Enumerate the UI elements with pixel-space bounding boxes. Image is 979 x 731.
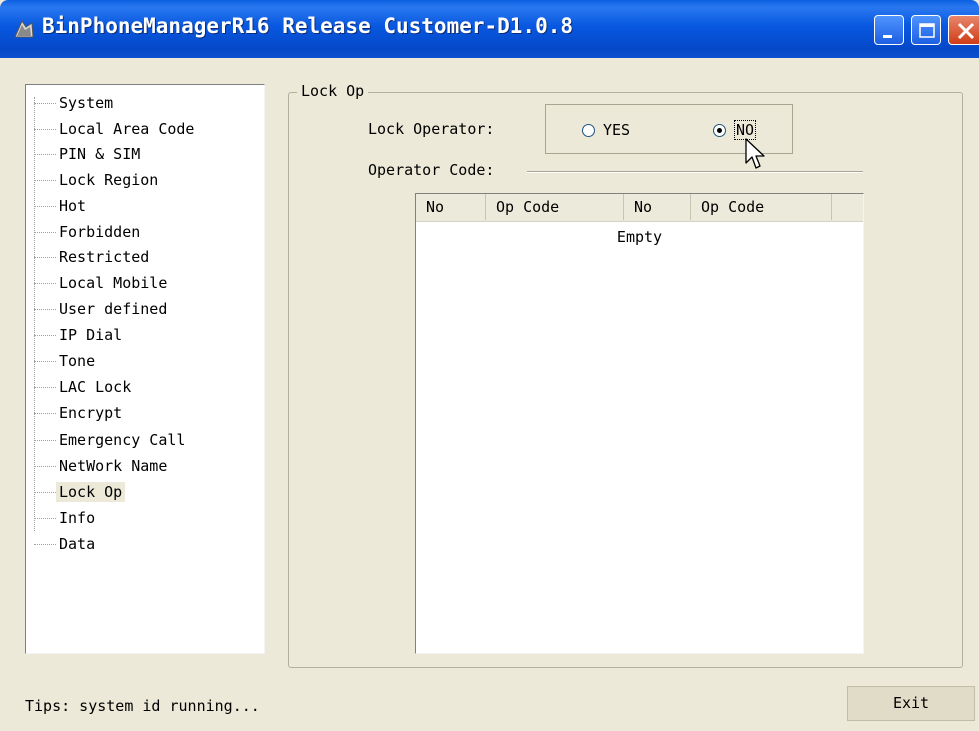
tree-item-lac-lock[interactable]: LAC Lock bbox=[34, 375, 134, 399]
tree-item-tone[interactable]: Tone bbox=[34, 349, 98, 373]
radio-no[interactable]: NO bbox=[713, 120, 757, 140]
maximize-button[interactable] bbox=[911, 15, 941, 45]
tree-item-emergency-call[interactable]: Emergency Call bbox=[34, 428, 188, 452]
tree-item-ip-dial[interactable]: IP Dial bbox=[34, 323, 125, 347]
window-title: BinPhoneManagerR16 Release Customer-D1.0… bbox=[42, 14, 574, 38]
radio-yes-label: YES bbox=[603, 121, 631, 139]
operator-code-label: Operator Code: bbox=[368, 161, 495, 179]
tree-item-lock-op[interactable]: Lock Op bbox=[34, 480, 126, 504]
app-icon bbox=[14, 19, 34, 38]
empty-message: Empty bbox=[616, 228, 663, 246]
exit-button[interactable]: Exit bbox=[847, 686, 975, 721]
mouse-cursor-icon bbox=[745, 138, 765, 169]
title-bar: BinPhoneManagerR16 Release Customer-D1.0… bbox=[0, 0, 979, 58]
operator-code-list[interactable]: No Op Code No Op Code Empty bbox=[415, 193, 864, 654]
status-tips: Tips: system id running... bbox=[25, 697, 260, 715]
tree-item-local-area-code[interactable]: Local Area Code bbox=[34, 117, 197, 141]
radio-no-label: NO bbox=[734, 120, 757, 140]
radio-yes[interactable]: YES bbox=[582, 120, 630, 140]
radio-no-circle bbox=[713, 124, 726, 137]
tree-item-local-mobile[interactable]: Local Mobile bbox=[34, 271, 170, 295]
settings-tree[interactable]: System Local Area Code PIN & SIM Lock Re… bbox=[25, 84, 265, 654]
lock-operator-label: Lock Operator: bbox=[368, 120, 495, 138]
close-button[interactable] bbox=[948, 15, 979, 45]
tree-item-pin-sim[interactable]: PIN & SIM bbox=[34, 142, 143, 166]
radio-yes-circle bbox=[582, 124, 595, 137]
column-header-op-code-2[interactable]: Op Code bbox=[691, 194, 832, 220]
group-title: Lock Op bbox=[297, 80, 369, 102]
list-header: No Op Code No Op Code bbox=[416, 194, 863, 222]
maximize-icon bbox=[919, 23, 935, 38]
tree-item-forbidden[interactable]: Forbidden bbox=[34, 220, 143, 244]
close-icon bbox=[957, 22, 975, 40]
column-header-op-code[interactable]: Op Code bbox=[486, 194, 624, 220]
tree-item-encrypt[interactable]: Encrypt bbox=[34, 401, 125, 425]
column-header-no[interactable]: No bbox=[416, 194, 486, 220]
separator-line bbox=[527, 171, 863, 173]
minimize-button[interactable] bbox=[874, 15, 904, 45]
tree-item-user-defined[interactable]: User defined bbox=[34, 297, 170, 321]
tree-item-lock-region[interactable]: Lock Region bbox=[34, 168, 161, 192]
tree-item-info[interactable]: Info bbox=[34, 506, 98, 530]
tree-item-network-name[interactable]: NetWork Name bbox=[34, 454, 170, 478]
tree-item-data[interactable]: Data bbox=[34, 532, 98, 556]
tree-item-system[interactable]: System bbox=[34, 91, 116, 115]
tree-item-restricted[interactable]: Restricted bbox=[34, 245, 152, 269]
minimize-icon bbox=[883, 35, 892, 38]
column-header-no-2[interactable]: No bbox=[624, 194, 691, 220]
tree-item-hot[interactable]: Hot bbox=[34, 194, 89, 218]
